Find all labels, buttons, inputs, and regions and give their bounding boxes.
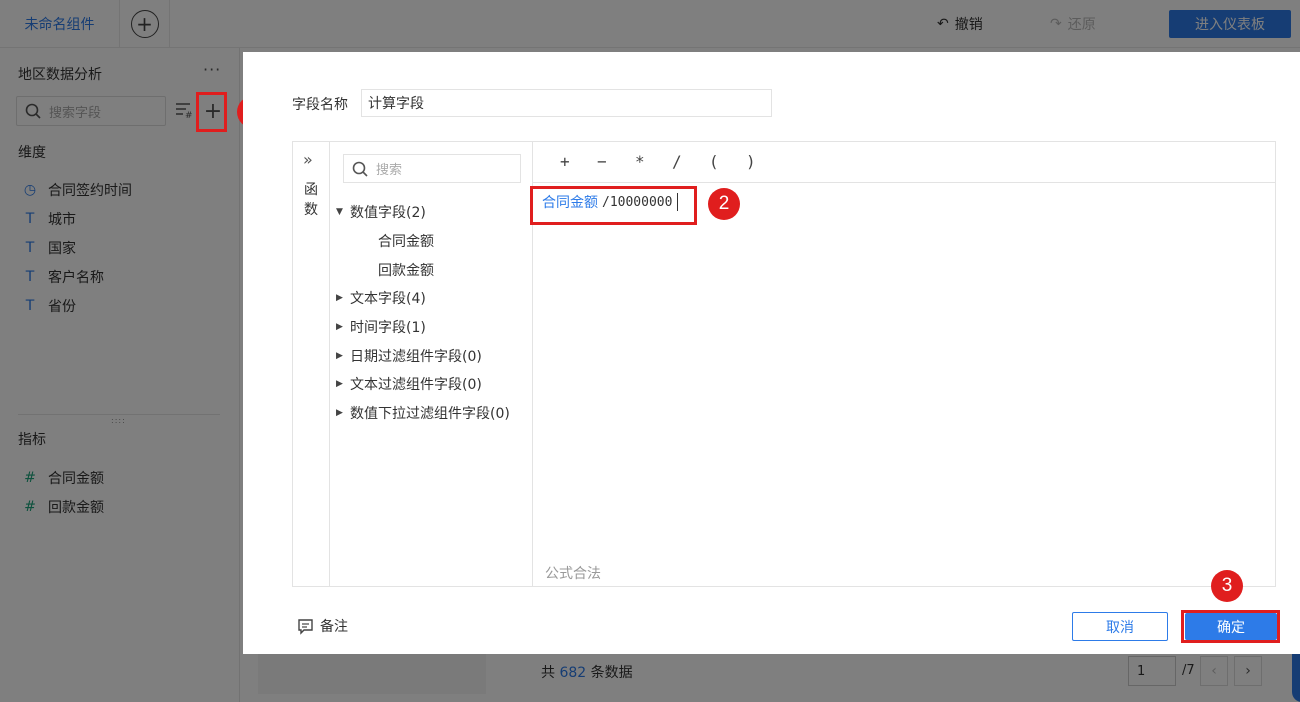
operator-bar: + − * / ( ) [533,142,1275,183]
tree-node-label: 时间字段(1) [350,320,426,336]
caret-down-icon: ▼ [336,207,343,217]
tree-node[interactable]: ▶ 数值下拉过滤组件字段(0) [336,403,510,423]
tree-node-label: 文本过滤组件字段(0) [350,377,482,393]
field-name-label: 字段名称 [292,97,348,113]
tree-node[interactable]: ▶ 日期过滤组件字段(0) [336,346,482,366]
tree-node[interactable]: ▶ 文本过滤组件字段(0) [336,374,482,394]
remark-label: 备注 [320,619,348,635]
caret-right-icon: ▶ [336,293,343,303]
remark-button[interactable]: 备注 [297,616,348,636]
tree-leaf[interactable]: 合同金额 [378,231,434,251]
highlight-formula [530,186,697,225]
step-badge: 2 [708,188,740,220]
function-panel-toggle[interactable]: » 函数 [293,142,330,586]
tree-leaf[interactable]: 回款金额 [378,260,434,280]
caret-right-icon: ▶ [336,322,343,332]
step-badge: 3 [1211,570,1243,602]
calculated-field-dialog: 字段名称 计算字段 » 函数 搜索 ▼ 数值字段(2) 合同金额 回款金额 ▶ … [243,52,1300,654]
field-name-input[interactable]: 计算字段 [361,89,772,117]
tree-node[interactable]: ▶ 文本字段(4) [336,288,426,308]
caret-right-icon: ▶ [336,351,343,361]
minus-operator-button[interactable]: − [597,152,607,171]
formula-editor: » 函数 搜索 ▼ 数值字段(2) 合同金额 回款金额 ▶ 文本字段(4) ▶ … [292,141,1276,587]
tree-search-placeholder: 搜索 [376,163,403,178]
tree-node-label: 数值字段(2) [350,205,426,221]
tree-node[interactable]: ▼ 数值字段(2) [336,202,426,222]
comment-icon [298,618,313,635]
caret-right-icon: ▶ [336,408,343,418]
divide-operator-button[interactable]: / [672,152,682,171]
tree-search-input[interactable]: 搜索 [343,154,521,183]
formula-textarea[interactable]: 合同金额 /10000000 公式合法 [533,183,1275,586]
multiply-operator-button[interactable]: * [635,152,645,171]
left-paren-button[interactable]: ( [709,152,719,171]
function-label: 函数 [304,182,318,218]
caret-right-icon: ▶ [336,379,343,389]
right-paren-button[interactable]: ) [746,152,756,171]
tree-node-label: 文本字段(4) [350,291,426,307]
highlight-confirm [1181,610,1280,643]
tree-node[interactable]: ▶ 时间字段(1) [336,317,426,337]
field-tree-panel: 搜索 ▼ 数值字段(2) 合同金额 回款金额 ▶ 文本字段(4) ▶ 时间字段(… [330,142,533,586]
cancel-button[interactable]: 取消 [1072,612,1168,641]
tree-node-label: 数值下拉过滤组件字段(0) [350,406,510,422]
double-chevron-right-icon: » [303,150,313,169]
plus-operator-button[interactable]: + [560,152,570,171]
search-icon [352,161,368,177]
formula-status: 公式合法 [545,566,601,582]
tree-node-label: 日期过滤组件字段(0) [350,349,482,365]
highlight-add-field [196,92,227,132]
